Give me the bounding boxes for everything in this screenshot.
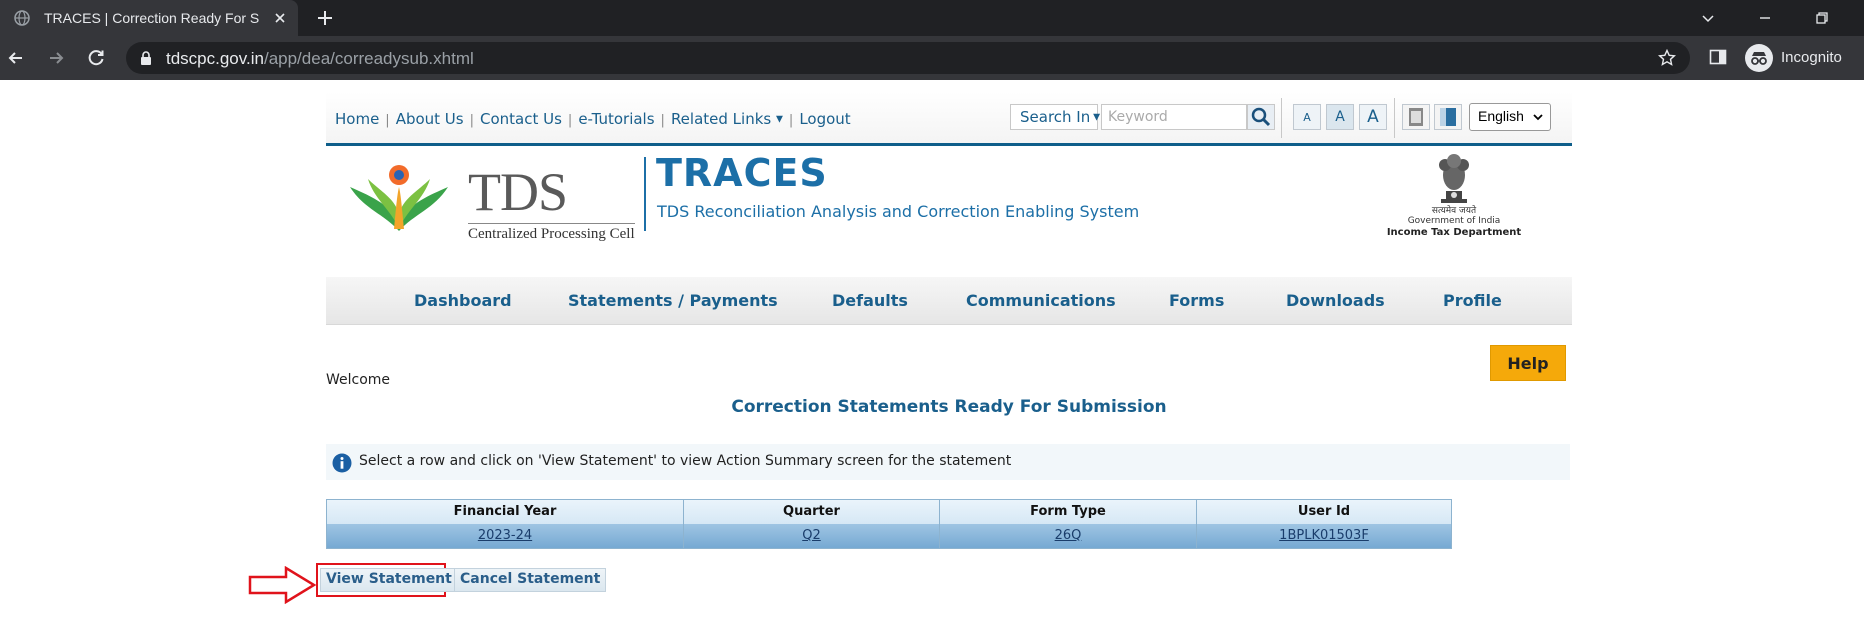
side-panel-icon[interactable] (1709, 48, 1727, 66)
link-about-us[interactable]: About Us (396, 110, 464, 128)
site-banner: TDS Centralized Processing Cell TRACES T… (326, 149, 1572, 245)
keyword-input[interactable]: Keyword (1101, 104, 1247, 130)
traces-title: TRACES (656, 151, 828, 195)
cell-user-id[interactable]: 1BPLK01503F (1197, 524, 1451, 548)
help-button[interactable]: Help (1490, 345, 1566, 381)
font-size-medium-button[interactable]: A (1326, 104, 1354, 130)
incognito-icon[interactable] (1745, 44, 1773, 72)
browser-toolbar: tdscpc.gov.in/app/dea/correadysub.xhtml … (0, 36, 1864, 80)
profile-label[interactable]: Incognito (1781, 49, 1842, 66)
tab-title: TRACES | Correction Ready For S (44, 10, 260, 26)
cell-quarter[interactable]: Q2 (684, 524, 940, 548)
cell-form-type[interactable]: 26Q (940, 524, 1197, 548)
info-text: Select a row and click on 'View Statemen… (359, 453, 1012, 469)
income-tax-department-label: Income Tax Department (1386, 226, 1522, 238)
divider (644, 157, 646, 231)
globe-icon (14, 10, 30, 26)
separator: | (385, 113, 390, 128)
link-logout[interactable]: Logout (799, 110, 850, 128)
search-button[interactable] (1247, 104, 1275, 130)
high-contrast-icon (1409, 108, 1423, 126)
nav-statements-payments[interactable]: Statements / Payments (568, 291, 778, 310)
link-e-tutorials[interactable]: e-Tutorials (578, 110, 654, 128)
tds-wordmark: TDS (468, 162, 568, 222)
separator: | (660, 113, 665, 128)
bookmark-star-icon[interactable] (1658, 49, 1676, 67)
separator: | (788, 113, 794, 128)
tds-logo[interactable]: TDS Centralized Processing Cell (344, 159, 635, 242)
forward-arrow-icon[interactable] (46, 48, 66, 68)
government-of-india-label: Government of India (1407, 215, 1501, 226)
table-header-row: Financial Year Quarter Form Type User Id (327, 500, 1451, 524)
theme-color-icon (1440, 108, 1456, 126)
nav-defaults[interactable]: Defaults (832, 291, 908, 310)
restore-icon[interactable] (1814, 10, 1830, 26)
column-header-financial-year[interactable]: Financial Year (327, 500, 684, 524)
separator: | (567, 113, 573, 128)
separator: | (469, 113, 474, 128)
language-select[interactable]: English (1469, 103, 1551, 131)
address-bar[interactable]: tdscpc.gov.in/app/dea/correadysub.xhtml (126, 42, 1690, 74)
info-icon (332, 453, 352, 473)
divider (1281, 98, 1282, 138)
theme-blue-button[interactable] (1434, 104, 1462, 130)
caret-down-icon: ▼ (776, 114, 783, 125)
divider (1394, 98, 1395, 138)
welcome-text: Welcome (326, 372, 391, 388)
tds-subtitle: Centralized Processing Cell (468, 223, 635, 243)
table-row[interactable]: 2023-24 Q2 26Q 1BPLK01503F (327, 524, 1451, 548)
link-contact-us[interactable]: Contact Us (480, 110, 562, 128)
statements-table: Financial Year Quarter Form Type User Id… (326, 499, 1452, 549)
view-statement-button[interactable]: View Statement (320, 568, 458, 592)
top-links: Home | About Us | Contact Us | e-Tutorials | Rel… (335, 110, 851, 128)
nav-forms[interactable]: Forms (1169, 291, 1224, 310)
pointer-arrow-icon (248, 566, 317, 604)
cancel-statement-button[interactable]: Cancel Statement (454, 568, 607, 592)
tds-flower-logo-icon (350, 165, 448, 231)
search-in-dropdown[interactable]: Search In ▼ (1010, 104, 1101, 130)
traces-subtitle: TDS Reconciliation Analysis and Correcti… (657, 202, 1140, 221)
nav-communications[interactable]: Communications (966, 291, 1116, 310)
search-icon (1251, 107, 1271, 127)
main-nav: Dashboard Statements / Payments Defaults… (326, 277, 1572, 325)
nav-dashboard[interactable]: Dashboard (414, 291, 512, 310)
government-emblem: सत्यमेव जयते Government of India Income … (1384, 151, 1524, 243)
caret-down-icon: ▼ (1090, 112, 1101, 123)
link-related-links[interactable]: Related Links ▼ (671, 110, 783, 128)
cell-financial-year[interactable]: 2023-24 (327, 524, 684, 548)
reload-icon[interactable] (86, 48, 106, 68)
new-tab-plus-icon[interactable] (316, 9, 334, 27)
info-message: Select a row and click on 'View Statemen… (326, 444, 1570, 480)
column-header-quarter[interactable]: Quarter (684, 500, 940, 524)
lock-icon[interactable] (140, 51, 152, 65)
nav-profile[interactable]: Profile (1443, 291, 1502, 310)
url-text: tdscpc.gov.in/app/dea/correadysub.xhtml (166, 49, 474, 68)
font-size-large-button[interactable]: A (1359, 104, 1387, 130)
column-header-user-id[interactable]: User Id (1197, 500, 1451, 524)
browser-tab[interactable]: TRACES | Correction Ready For S (0, 0, 298, 36)
chevron-down-icon (1533, 114, 1543, 121)
close-icon[interactable] (272, 10, 288, 26)
column-header-form-type[interactable]: Form Type (940, 500, 1197, 524)
theme-default-button[interactable] (1402, 104, 1430, 130)
ashoka-emblem-icon (1439, 154, 1469, 203)
nav-downloads[interactable]: Downloads (1286, 291, 1385, 310)
back-arrow-icon[interactable] (6, 48, 26, 68)
link-home[interactable]: Home (335, 110, 379, 128)
minimize-icon[interactable] (1757, 10, 1773, 26)
top-links-bar: Home | About Us | Contact Us | e-Tutorials | Rel… (326, 92, 1572, 146)
font-size-small-button[interactable]: A (1293, 104, 1321, 130)
browser-tab-bar: TRACES | Correction Ready For S (0, 0, 1864, 36)
page-title: Correction Statements Ready For Submissi… (731, 397, 1167, 417)
chevron-down-icon[interactable] (1700, 10, 1716, 26)
